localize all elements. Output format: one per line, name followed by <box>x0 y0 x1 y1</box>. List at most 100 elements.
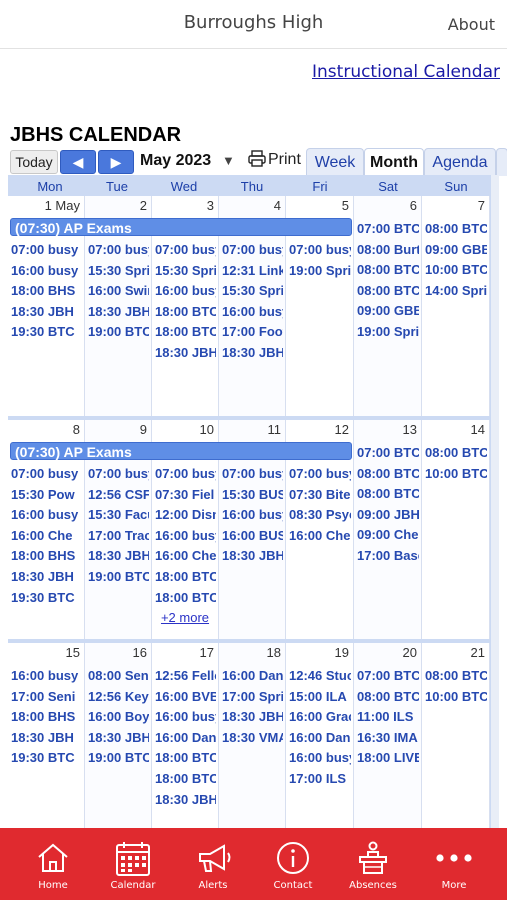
tab-absences[interactable]: Absences <box>337 828 409 900</box>
next-month-button[interactable]: ▶ <box>98 150 134 174</box>
calendar-event[interactable]: 08:00 Burt <box>357 241 419 259</box>
calendar-event[interactable]: 19:00 Spri <box>289 262 351 280</box>
day-number[interactable]: 10 <box>200 422 214 437</box>
day-number[interactable]: 12 <box>335 422 349 437</box>
calendar-event[interactable]: 07:00 busy <box>222 241 283 259</box>
calendar-event[interactable]: 07:00 BTC <box>357 444 419 462</box>
calendar-event[interactable]: 15:30 Spri <box>222 282 283 300</box>
calendar-event[interactable]: 09:00 GBB <box>357 302 419 320</box>
calendar-event[interactable]: 14:00 Spri <box>425 282 487 300</box>
tab-week[interactable]: Week <box>306 148 364 176</box>
calendar-event[interactable]: 07:00 busy <box>11 241 82 259</box>
calendar-event[interactable]: 15:30 Spri <box>155 262 216 280</box>
tab-contact[interactable]: Contact <box>257 828 329 900</box>
calendar-event[interactable]: 10:00 BTC <box>425 261 487 279</box>
all-day-event[interactable]: (07:30) AP Exams <box>10 218 352 236</box>
calendar-event[interactable]: 18:30 JBH <box>155 344 216 362</box>
prev-month-button[interactable]: ◀ <box>60 150 96 174</box>
calendar-event[interactable]: 07:00 BTC <box>357 667 419 685</box>
calendar-event[interactable]: 17:00 Base <box>357 547 419 565</box>
calendar-event[interactable]: 07:00 busy <box>88 241 149 259</box>
scrollbar[interactable] <box>491 175 499 828</box>
calendar-event[interactable]: 16:00 BVB <box>155 688 216 706</box>
calendar-event[interactable]: 18:30 JBH <box>11 303 82 321</box>
day-cell[interactable]: 1912:46 Stuc15:00 ILA16:00 Grac16:00 Dan… <box>286 643 354 828</box>
calendar-event[interactable]: 18:30 JBH <box>155 791 216 809</box>
calendar-event[interactable]: 07:00 busy <box>155 465 216 483</box>
calendar-event[interactable]: 07:00 busy <box>11 465 82 483</box>
calendar-event[interactable]: 08:00 BTC <box>357 465 419 483</box>
calendar-event[interactable]: 16:00 Dan <box>222 667 283 685</box>
calendar-event[interactable]: 16:00 busy <box>155 708 216 726</box>
day-number[interactable]: 15 <box>66 645 80 660</box>
day-cell[interactable]: 6 07:00 BTC 08:00 Burt 08:00 BTC 08:00 BTC 09… <box>354 196 422 416</box>
calendar-event[interactable]: 10:00 BTC <box>425 688 487 706</box>
calendar-event[interactable]: 16:00 Che <box>289 527 351 545</box>
day-number[interactable]: 20 <box>403 645 417 660</box>
calendar-event[interactable]: 07:00 BTC <box>357 220 419 238</box>
calendar-event[interactable]: 12:56 Fellc <box>155 667 216 685</box>
calendar-event[interactable]: 18:30 JBH <box>11 568 82 586</box>
calendar-event[interactable]: 19:30 BTC <box>11 749 82 767</box>
calendar-event[interactable]: 16:00 Che <box>155 547 216 565</box>
calendar-event[interactable]: 18:00 BHS <box>11 547 82 565</box>
calendar-event[interactable]: 16:00 Dan <box>155 729 216 747</box>
calendar-event[interactable]: 18:30 JBH <box>222 708 283 726</box>
day-number[interactable]: 19 <box>335 645 349 660</box>
calendar-event[interactable]: 18:30 JBH <box>222 344 283 362</box>
day-cell[interactable]: 15 16:00 busy 17:00 Seni 18:00 BHS 18:30 JBH… <box>8 643 85 828</box>
calendar-event[interactable]: 17:00 Trac <box>88 527 149 545</box>
calendar-event[interactable]: 07:00 busy <box>155 241 216 259</box>
day-number[interactable]: 16 <box>133 645 147 660</box>
calendar-event[interactable]: 19:00 Spri <box>357 323 419 341</box>
chevron-down-icon[interactable]: ▼ <box>222 153 235 168</box>
calendar-event[interactable]: 16:30 IMA <box>357 729 419 747</box>
day-cell[interactable]: 1608:00 Seni12:56 Key16:00 Boys18:30 JBH… <box>85 643 152 828</box>
calendar-event[interactable]: 16:00 Dan <box>289 729 351 747</box>
tab-month[interactable]: Month <box>364 148 424 176</box>
calendar-event[interactable]: 16:00 busy <box>155 282 216 300</box>
day-number[interactable]: 3 <box>207 198 214 213</box>
calendar-event[interactable]: 07:00 busy <box>289 241 351 259</box>
day-number[interactable]: 7 <box>478 198 485 213</box>
tab-alerts[interactable]: Alerts <box>177 828 249 900</box>
calendar-event[interactable]: 16:00 Grac <box>289 708 351 726</box>
calendar-event[interactable]: 11:00 ILS <box>357 708 419 726</box>
day-number[interactable]: 21 <box>471 645 485 660</box>
calendar-event[interactable]: 18:30 JBH <box>222 547 283 565</box>
tab-overflow[interactable] <box>496 148 507 176</box>
calendar-event[interactable]: 08:00 BTC <box>425 220 487 238</box>
calendar-event[interactable]: 07:00 busy <box>289 465 351 483</box>
calendar-event[interactable]: 18:30 JBH <box>88 303 149 321</box>
calendar-event[interactable]: 18:00 BTC <box>155 303 216 321</box>
calendar-event[interactable]: 07:00 busy <box>222 465 283 483</box>
calendar-event[interactable]: 19:30 BTC <box>11 323 82 341</box>
calendar-event[interactable]: 19:00 BTC <box>88 568 149 586</box>
calendar-event[interactable]: 18:30 JBH <box>88 729 149 747</box>
calendar-event[interactable]: 16:00 busy <box>11 506 82 524</box>
calendar-event[interactable]: 07:30 Fiel <box>155 486 216 504</box>
day-number[interactable]: 1 May <box>45 198 80 213</box>
calendar-event[interactable]: 09:00 Che <box>357 526 419 544</box>
calendar-event[interactable]: 09:00 GBB <box>425 241 487 259</box>
day-cell[interactable]: 1816:00 Dan17:00 Spri18:30 JBH18:30 VMA <box>219 643 286 828</box>
calendar-event[interactable]: 12:56 Key <box>88 688 149 706</box>
tab-agenda[interactable]: Agenda <box>424 148 496 176</box>
today-button[interactable]: Today <box>10 150 58 174</box>
calendar-event[interactable]: 16:00 Che <box>11 527 82 545</box>
tab-home[interactable]: Home <box>17 828 89 900</box>
calendar-event[interactable]: 17:00 ILS <box>289 770 351 788</box>
day-cell[interactable]: 20 07:00 BTC 08:00 BTC 11:00 ILS 16:30 IMA 18… <box>354 643 422 828</box>
more-events-link[interactable]: +2 more <box>152 609 218 627</box>
day-number[interactable]: 18 <box>267 645 281 660</box>
calendar-event[interactable]: 08:00 BTC <box>425 667 487 685</box>
calendar-event[interactable]: 18:30 JBH <box>88 547 149 565</box>
calendar-event[interactable]: 15:30 Facu <box>88 506 149 524</box>
calendar-event[interactable]: 08:00 BTC <box>357 688 419 706</box>
calendar-event[interactable]: 12:31 Link <box>222 262 283 280</box>
all-day-event[interactable]: (07:30) AP Exams <box>10 442 352 460</box>
tab-more[interactable]: More <box>418 828 490 900</box>
calendar-event[interactable]: 16:00 Boys <box>88 708 149 726</box>
calendar-event[interactable]: 10:00 BTC <box>425 465 487 483</box>
calendar-event[interactable]: 18:00 BTC <box>155 770 216 788</box>
